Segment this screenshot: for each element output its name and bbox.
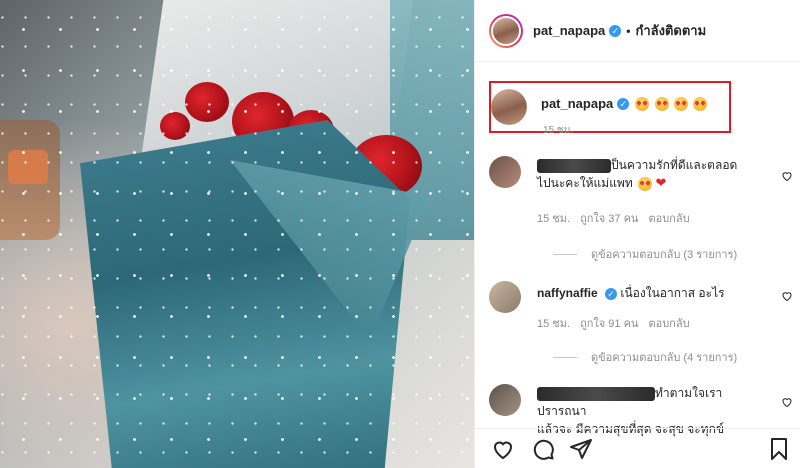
post-header: pat_napapa ✓ • กำลังติดตาม xyxy=(475,0,800,62)
like-comment-heart-icon[interactable] xyxy=(781,290,793,302)
caption-line: pat_napapa ✓ xyxy=(541,96,708,111)
header-username[interactable]: pat_napapa xyxy=(533,23,605,38)
red-heart-emoji-icon: ❤ xyxy=(655,175,667,190)
header-avatar[interactable] xyxy=(489,13,523,48)
comment-item: naffynaffie ✓ เนื่องในอากาส อะไร 15 ชม. … xyxy=(489,281,792,364)
comment-avatar[interactable] xyxy=(489,156,521,188)
post-photo[interactable] xyxy=(0,0,474,468)
caption-highlight-box: pat_napapa ✓ 15 ชม. xyxy=(489,81,731,136)
comment-username[interactable]: naffynaffie xyxy=(537,286,598,300)
verified-icon: ✓ xyxy=(605,287,618,300)
caption-avatar[interactable] xyxy=(491,89,527,125)
verified-icon: ✓ xyxy=(609,24,622,37)
post-side-panel: pat_napapa ✓ • กำลังติดตาม pat_napapa ✓ … xyxy=(474,0,800,468)
comment-item: ทำตามใจเราปรารถนา แล้วจะ มีความสุขที่สุด… xyxy=(489,384,792,436)
comment-text: ป็นความรักที่ดีและตลอด ไปนะคะให้แม่แพท ❤ xyxy=(537,156,755,192)
comment-bubble-icon[interactable] xyxy=(531,437,555,461)
share-paper-plane-icon[interactable] xyxy=(569,437,593,461)
comment-avatar[interactable] xyxy=(489,281,521,313)
comment-likes[interactable]: ถูกใจ 37 คน xyxy=(580,209,638,227)
redacted-username xyxy=(537,386,655,401)
verified-icon: ✓ xyxy=(617,97,630,110)
post-action-bar xyxy=(475,428,800,468)
save-bookmark-icon[interactable] xyxy=(767,437,791,461)
like-comment-heart-icon[interactable] xyxy=(781,396,793,408)
view-replies-button[interactable]: ดูข้อความตอบกลับ (3 รายการ) xyxy=(553,245,737,263)
like-comment-heart-icon[interactable] xyxy=(781,170,793,182)
comment-time: 15 ชม. xyxy=(537,318,571,330)
header-separator: • xyxy=(626,23,631,38)
comment-reply-button[interactable]: ตอบกลับ xyxy=(648,314,689,332)
view-replies-button[interactable]: ดูข้อความตอบกลับ (4 รายการ) xyxy=(553,348,737,366)
comment-avatar[interactable] xyxy=(489,384,521,416)
star-struck-emoji-icon xyxy=(654,96,669,111)
view-replies-label: ดูข้อความตอบกลับ (3 รายการ) xyxy=(591,249,738,261)
caption-time: 15 ชม. xyxy=(543,125,574,136)
star-struck-emoji-icon xyxy=(635,96,650,111)
comment-item: ป็นความรักที่ดีและตลอด ไปนะคะให้แม่แพท ❤… xyxy=(489,156,792,261)
star-struck-emoji-icon xyxy=(673,96,688,111)
replies-divider xyxy=(553,356,577,358)
comment-time: 15 ชม. xyxy=(537,213,571,225)
comment-meta: 15 ชม. ถูกใจ 91 คน ตอบกลับ xyxy=(537,314,690,332)
replies-divider xyxy=(553,253,577,255)
comment-text-line: ป็นความรักที่ดีและตลอด xyxy=(611,158,738,172)
comment-text-line: ไปนะคะให้แม่แพท xyxy=(537,176,633,190)
comment-text-line: เนื่องในอากาส อะไร xyxy=(620,286,725,300)
redacted-username xyxy=(537,158,611,173)
follow-status-button[interactable]: กำลังติดตาม xyxy=(635,20,706,41)
star-struck-emoji-icon xyxy=(693,96,708,111)
view-replies-label: ดูข้อความตอบกลับ (4 รายการ) xyxy=(591,352,738,364)
photo-snow-overlay xyxy=(0,0,474,468)
comment-meta: 15 ชม. ถูกใจ 37 คน ตอบกลับ xyxy=(537,209,690,227)
comment-text: naffynaffie ✓ เนื่องในอากาส อะไร xyxy=(537,284,755,302)
star-struck-emoji-icon xyxy=(638,176,653,191)
like-heart-icon[interactable] xyxy=(491,437,515,461)
comment-reply-button[interactable]: ตอบกลับ xyxy=(648,209,689,227)
caption-username[interactable]: pat_napapa xyxy=(541,96,613,111)
comment-likes[interactable]: ถูกใจ 91 คน xyxy=(580,314,638,332)
